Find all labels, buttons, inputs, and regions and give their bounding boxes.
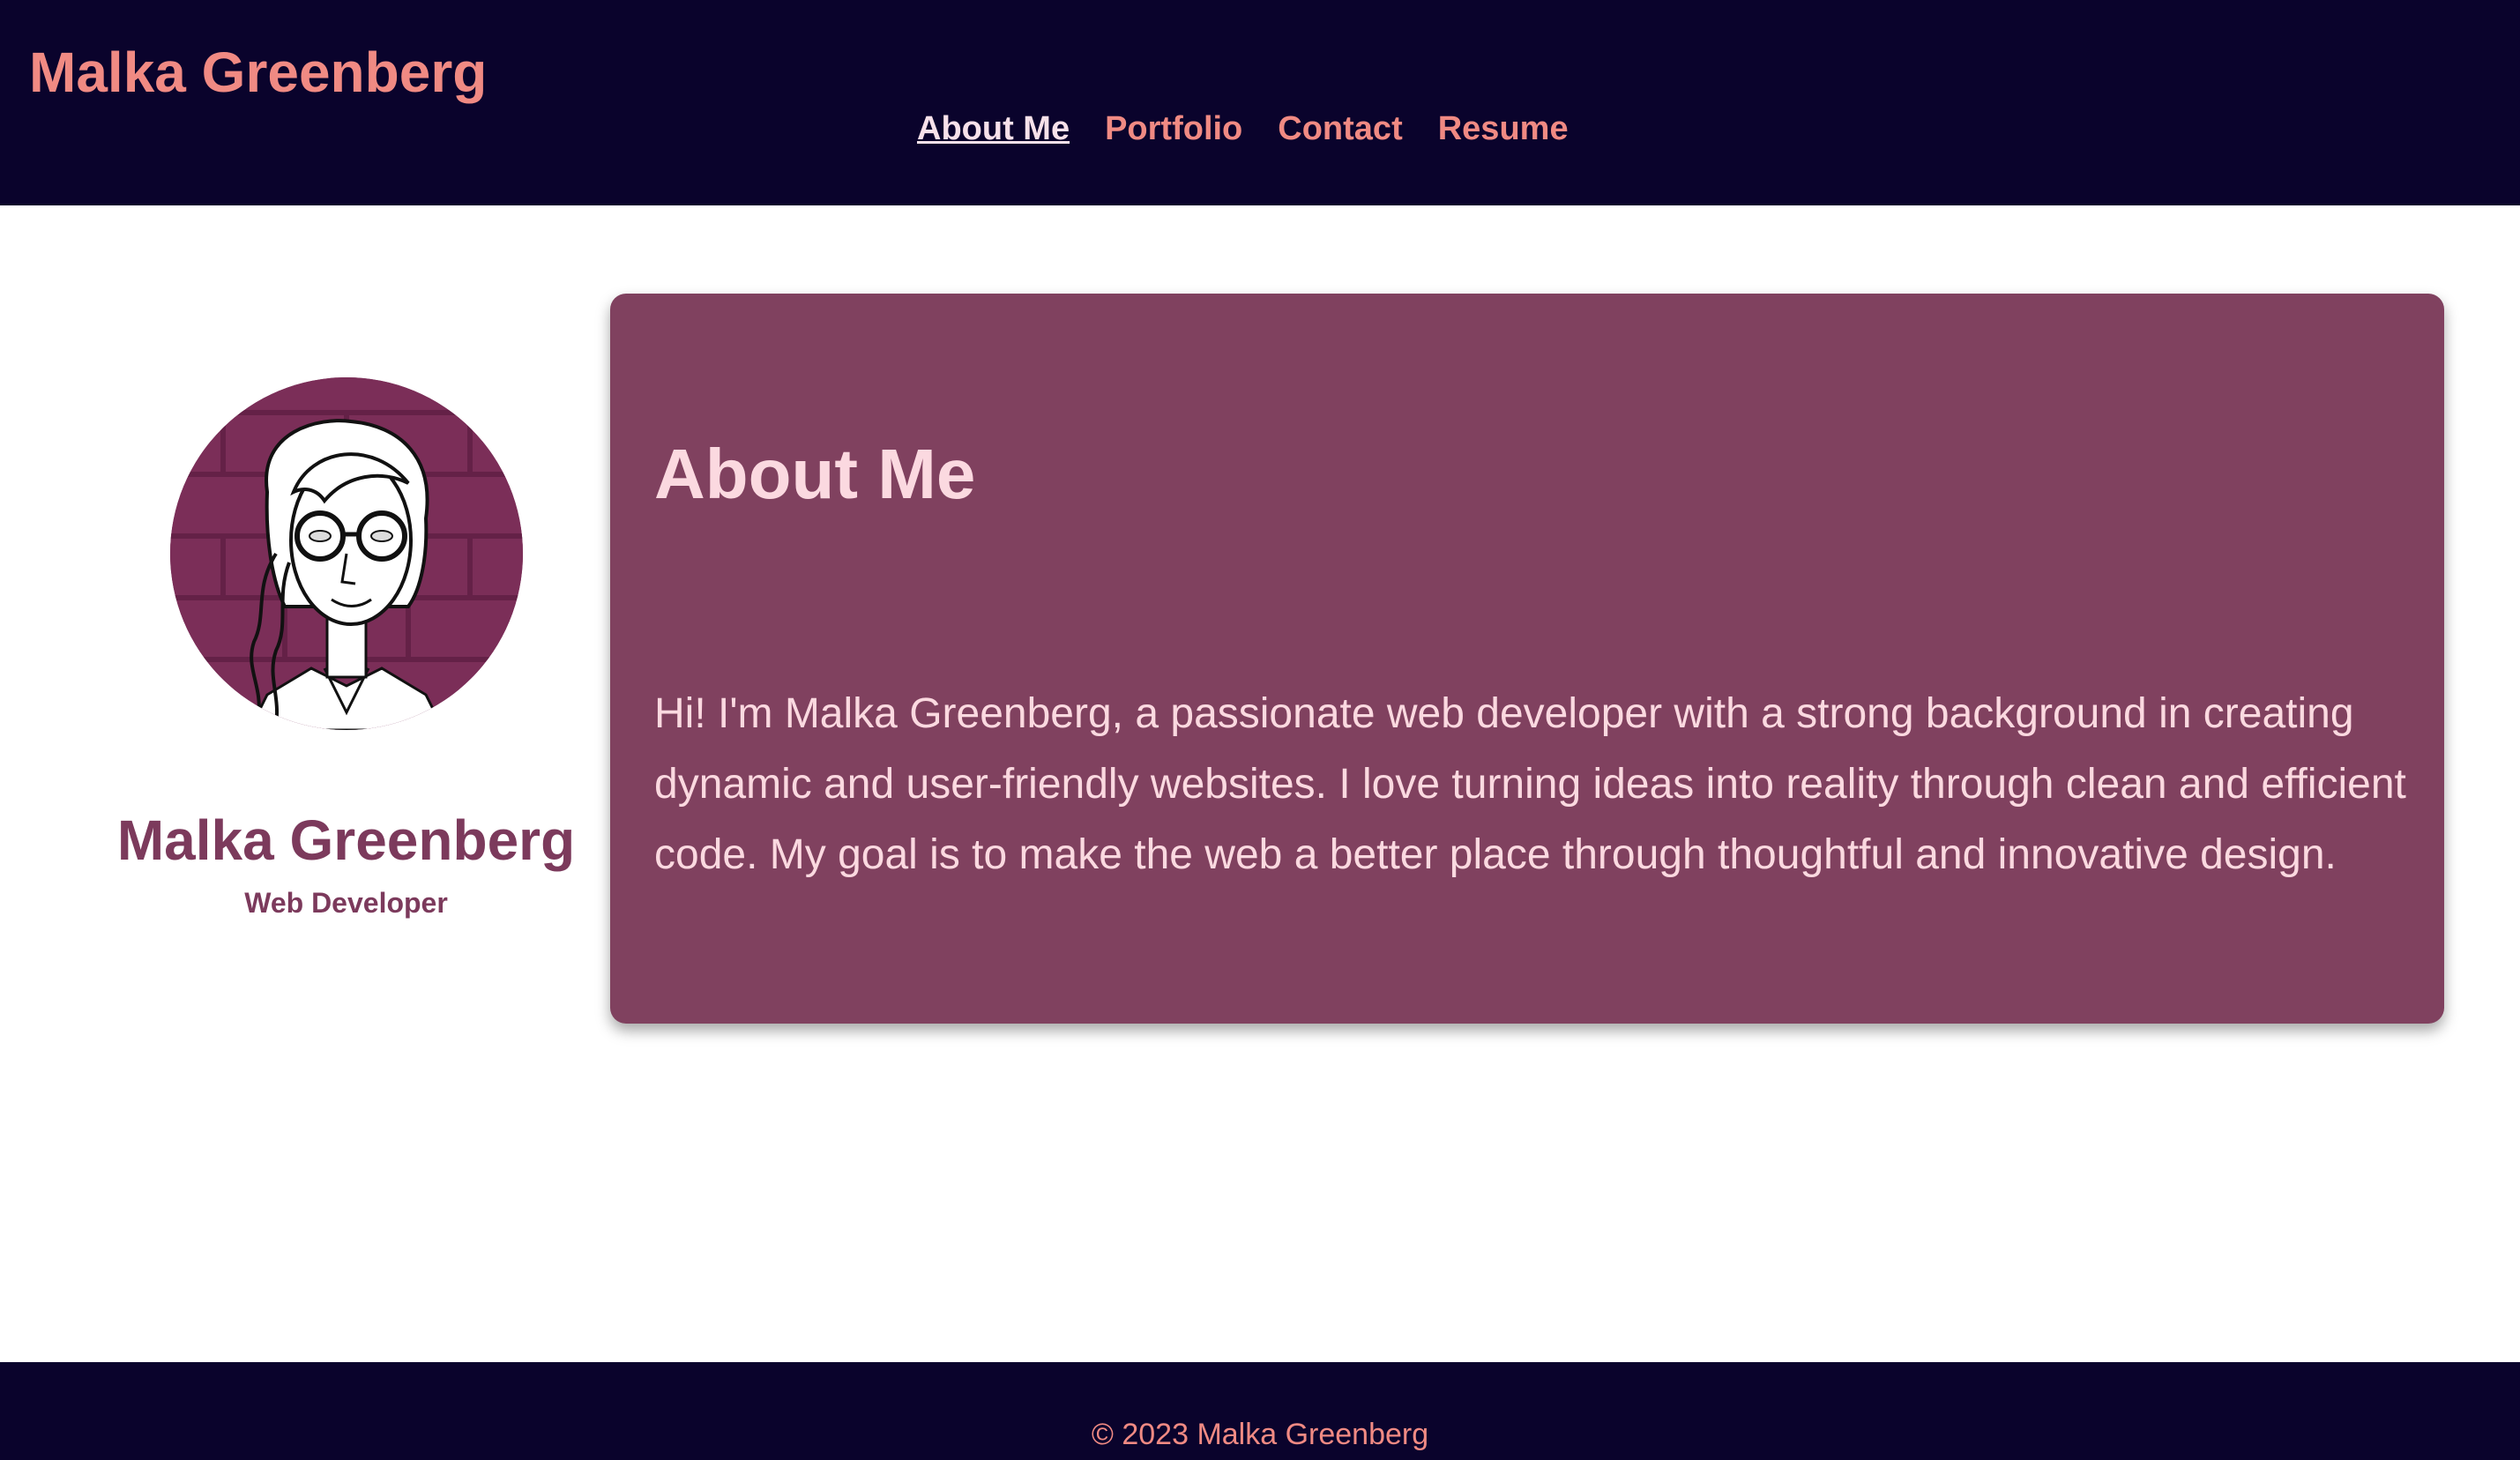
about-heading: About Me	[654, 435, 976, 513]
site-footer: © 2023 Malka Greenberg	[0, 1362, 2520, 1460]
nav-contact[interactable]: Contact	[1278, 110, 1402, 148]
site-brand[interactable]: Malka Greenberg	[29, 44, 487, 101]
about-card: About Me Hi! I'm Malka Greenberg, a pass…	[610, 294, 2444, 1024]
nav-portfolio[interactable]: Portfolio	[1105, 110, 1242, 148]
profile-name: Malka Greenberg	[116, 808, 576, 872]
main-content: Malka Greenberg Web Developer About Me H…	[0, 205, 2520, 1362]
main-nav: About Me Portfolio Contact Resume	[917, 110, 1569, 148]
nav-about-me[interactable]: About Me	[917, 110, 1070, 148]
profile-sidebar: Malka Greenberg Web Developer	[97, 377, 595, 920]
avatar	[169, 377, 523, 730]
footer-copyright: © 2023 Malka Greenberg	[1091, 1418, 1429, 1451]
about-body: Hi! I'm Malka Greenberg, a passionate we…	[654, 690, 2406, 878]
nav-resume[interactable]: Resume	[1438, 110, 1569, 148]
site-header: Malka Greenberg About Me Portfolio Conta…	[0, 0, 2520, 205]
portrait-illustration-icon	[169, 377, 523, 730]
profile-role: Web Developer	[244, 887, 448, 920]
